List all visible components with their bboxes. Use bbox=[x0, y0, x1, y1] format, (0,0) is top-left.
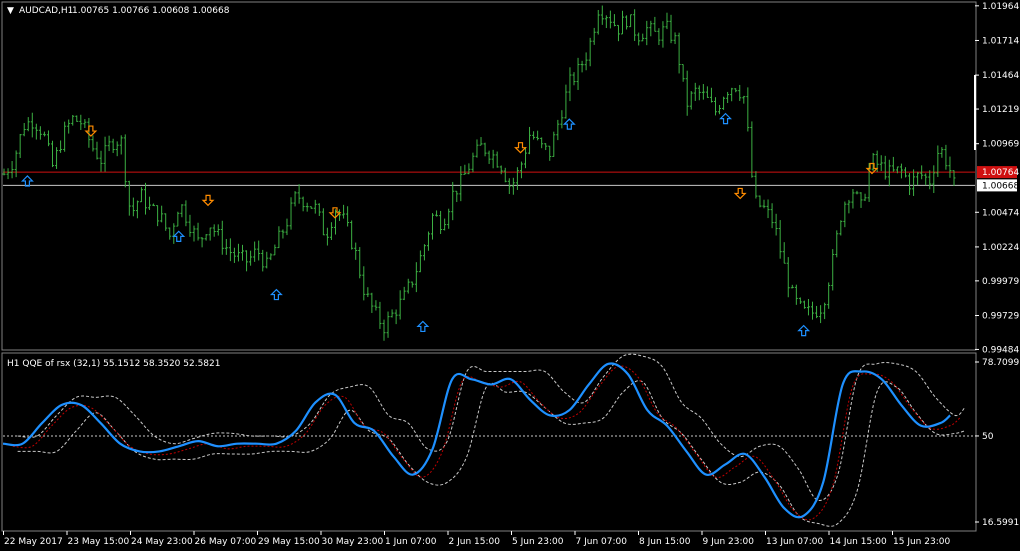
price-tick-label: 1.01714 bbox=[982, 36, 1019, 46]
price-tick-label: 1.01464 bbox=[982, 71, 1019, 81]
time-tick-label: 15 Jun 23:00 bbox=[893, 537, 950, 547]
time-tick-label: 30 May 23:00 bbox=[322, 537, 384, 547]
time-tick-label: 14 Jun 15:00 bbox=[830, 537, 887, 547]
indicator-tick-label: 16.5991 bbox=[982, 518, 1019, 528]
time-tick-label: 13 Jun 07:00 bbox=[766, 537, 823, 547]
price-tick-label: 0.99729 bbox=[982, 312, 1019, 322]
time-tick-label: 1 Jun 07:00 bbox=[385, 537, 437, 547]
time-tick-label: 2 Jun 15:00 bbox=[449, 537, 501, 547]
price-tick-label: 0.99979 bbox=[982, 277, 1019, 287]
time-tick-label: 23 May 15:00 bbox=[68, 537, 130, 547]
time-tick-label: 5 Jun 23:00 bbox=[512, 537, 564, 547]
current-price-label: 1.00764 bbox=[982, 168, 1019, 178]
chart-canvas: 1.01964 1.01714 1.01464 1.01219 1.00969 1.004… bbox=[0, 0, 1020, 551]
time-tick-label: 9 Jun 23:00 bbox=[703, 537, 755, 547]
price-tick-label: 0.99484 bbox=[982, 345, 1019, 355]
indicator-tick-label: 50 bbox=[982, 432, 994, 442]
time-tick-label: 24 May 23:00 bbox=[131, 537, 193, 547]
time-tick-label: 7 Jun 07:00 bbox=[576, 537, 628, 547]
price-scale-marker[interactable] bbox=[974, 75, 976, 150]
symbol-title: AUDCAD,H1 bbox=[19, 6, 73, 16]
last-price-label: 1.00668 bbox=[982, 181, 1019, 191]
time-tick-label: 22 May 2017 bbox=[4, 537, 63, 547]
time-tick-label: 26 May 07:00 bbox=[195, 537, 257, 547]
indicator-tick-label: 78.7099 bbox=[982, 358, 1019, 368]
price-title[interactable]: ▼ AUDCAD,H1 1.00765 1.00766 1.00608 1.00… bbox=[7, 6, 230, 16]
indicator-title: H1 QQE of rsx (32,1) 55.1512 58.3520 52.… bbox=[7, 359, 220, 369]
price-tick-label: 1.00969 bbox=[982, 140, 1019, 150]
chart-menu-arrow-icon[interactable]: ▼ bbox=[7, 6, 14, 16]
time-tick-label: 8 Jun 15:00 bbox=[639, 537, 691, 547]
time-tick-label: 29 May 15:00 bbox=[258, 537, 320, 547]
price-tick-label: 1.00224 bbox=[982, 243, 1019, 253]
ohlc-values: 1.00765 1.00766 1.00608 1.00668 bbox=[72, 6, 230, 16]
price-tick-label: 1.01219 bbox=[982, 105, 1019, 115]
price-tick-label: 1.01964 bbox=[982, 2, 1019, 12]
price-tick-label: 1.00474 bbox=[982, 208, 1019, 218]
